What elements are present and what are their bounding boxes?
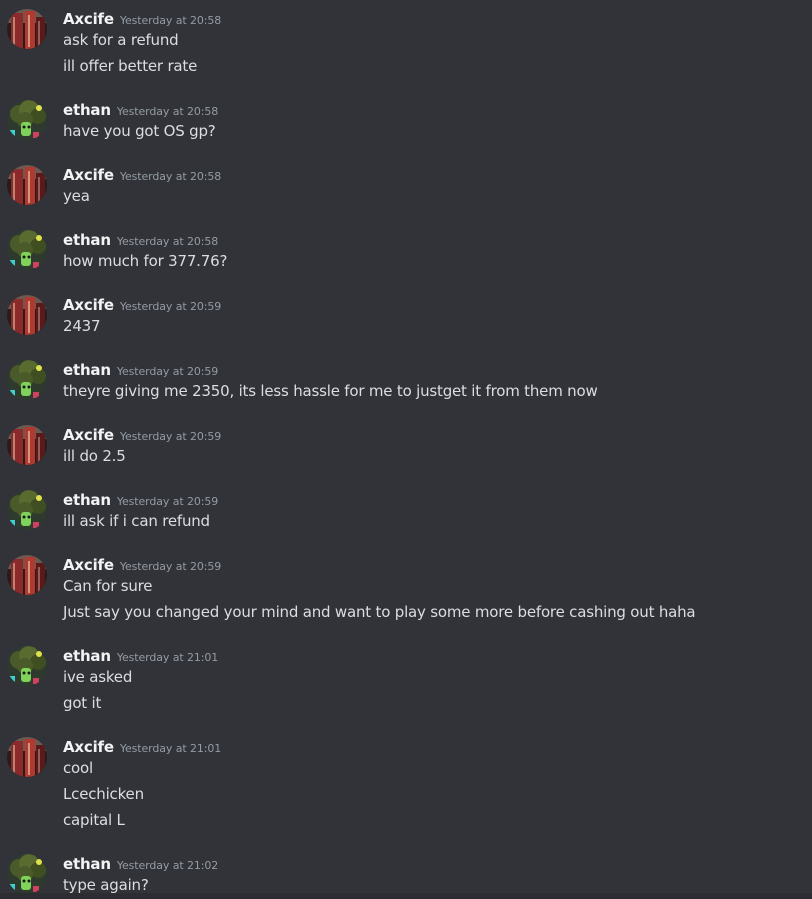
message-group: Axcife Yesterday at 20:59 Can for sure Ju… (0, 555, 812, 625)
timestamp[interactable]: Yesterday at 20:59 (117, 495, 218, 508)
message-header: Axcife Yesterday at 20:59 (63, 425, 221, 447)
message-text: ill do 2.5 (63, 447, 126, 465)
timestamp[interactable]: Yesterday at 20:58 (120, 14, 221, 27)
chat-message-list: Axcife Yesterday at 20:58 ask for a refun… (0, 0, 812, 899)
broccoli-avatar-icon[interactable] (7, 646, 47, 686)
message-group: Axcife Yesterday at 20:59 2437 (0, 295, 812, 339)
username[interactable]: Axcife (63, 166, 114, 184)
message-text: cool (63, 759, 93, 777)
message-header: ethan Yesterday at 20:58 (63, 100, 218, 122)
message-text: got it (63, 694, 102, 712)
message-text: ill offer better rate (63, 57, 198, 75)
broccoli-avatar-icon[interactable] (7, 100, 47, 140)
building-avatar-icon[interactable] (7, 295, 47, 335)
message-header: ethan Yesterday at 20:58 (63, 230, 218, 252)
message-group: ethan Yesterday at 21:01 ive asked got it (0, 646, 812, 716)
building-avatar-icon[interactable] (7, 425, 47, 465)
timestamp[interactable]: Yesterday at 20:59 (120, 300, 221, 313)
message-header: ethan Yesterday at 20:59 (63, 360, 218, 382)
message-text: yea (63, 187, 90, 205)
message-text: ive asked (63, 668, 133, 686)
message-group: Axcife Yesterday at 21:01 cool Lcechicken… (0, 737, 812, 833)
message-text: Lcechicken (63, 785, 144, 803)
message-text: ill ask if i can refund (63, 512, 210, 530)
message-header: Axcife Yesterday at 21:01 (63, 737, 221, 759)
broccoli-avatar-icon[interactable] (7, 230, 47, 270)
username[interactable]: ethan (63, 855, 111, 873)
message-header: ethan Yesterday at 20:59 (63, 490, 218, 512)
message-header: ethan Yesterday at 21:02 (63, 854, 218, 876)
message-group: ethan Yesterday at 20:59 ill ask if i can… (0, 490, 812, 534)
timestamp[interactable]: Yesterday at 21:01 (117, 651, 218, 664)
message-text: ask for a refund (63, 31, 179, 49)
username[interactable]: Axcife (63, 10, 114, 28)
username[interactable]: Axcife (63, 296, 114, 314)
building-avatar-icon[interactable] (7, 555, 47, 595)
message-group: ethan Yesterday at 20:58 how much for 377… (0, 230, 812, 274)
building-avatar-icon[interactable] (7, 9, 47, 49)
timestamp[interactable]: Yesterday at 20:58 (120, 170, 221, 183)
timestamp[interactable]: Yesterday at 21:01 (120, 742, 221, 755)
message-text: 2437 (63, 317, 101, 335)
message-group: Axcife Yesterday at 20:58 ask for a refun… (0, 9, 812, 79)
message-group: Axcife Yesterday at 20:58 yea (0, 165, 812, 209)
username[interactable]: ethan (63, 491, 111, 509)
message-header: Axcife Yesterday at 20:59 (63, 555, 221, 577)
message-text: have you got OS gp? (63, 122, 216, 140)
timestamp[interactable]: Yesterday at 20:59 (117, 365, 218, 378)
username[interactable]: ethan (63, 101, 111, 119)
building-avatar-icon[interactable] (7, 165, 47, 205)
username[interactable]: ethan (63, 647, 111, 665)
broccoli-avatar-icon[interactable] (7, 854, 47, 894)
message-header: Axcife Yesterday at 20:58 (63, 9, 221, 31)
timestamp[interactable]: Yesterday at 20:59 (120, 560, 221, 573)
message-text: how much for 377.76? (63, 252, 228, 270)
timestamp[interactable]: Yesterday at 20:58 (117, 235, 218, 248)
username[interactable]: Axcife (63, 426, 114, 444)
username[interactable]: Axcife (63, 738, 114, 756)
username[interactable]: Axcife (63, 556, 114, 574)
message-group: Axcife Yesterday at 20:59 ill do 2.5 (0, 425, 812, 469)
message-text: theyre giving me 2350, its less hassle f… (63, 382, 598, 400)
building-avatar-icon[interactable] (7, 737, 47, 777)
message-group: ethan Yesterday at 21:02 type again? (0, 854, 812, 894)
username[interactable]: ethan (63, 231, 111, 249)
message-header: ethan Yesterday at 21:01 (63, 646, 218, 668)
username[interactable]: ethan (63, 361, 111, 379)
message-text: Can for sure (63, 577, 153, 595)
timestamp[interactable]: Yesterday at 20:58 (117, 105, 218, 118)
bottom-divider (0, 893, 812, 899)
message-group: ethan Yesterday at 20:59 theyre giving me… (0, 360, 812, 404)
message-header: Axcife Yesterday at 20:58 (63, 165, 221, 187)
message-text: capital L (63, 811, 125, 829)
broccoli-avatar-icon[interactable] (7, 360, 47, 400)
broccoli-avatar-icon[interactable] (7, 490, 47, 530)
message-text: type again? (63, 876, 149, 894)
message-text: Just say you changed your mind and want … (63, 603, 696, 621)
message-group: ethan Yesterday at 20:58 have you got OS … (0, 100, 812, 144)
timestamp[interactable]: Yesterday at 20:59 (120, 430, 221, 443)
timestamp[interactable]: Yesterday at 21:02 (117, 859, 218, 872)
message-header: Axcife Yesterday at 20:59 (63, 295, 221, 317)
